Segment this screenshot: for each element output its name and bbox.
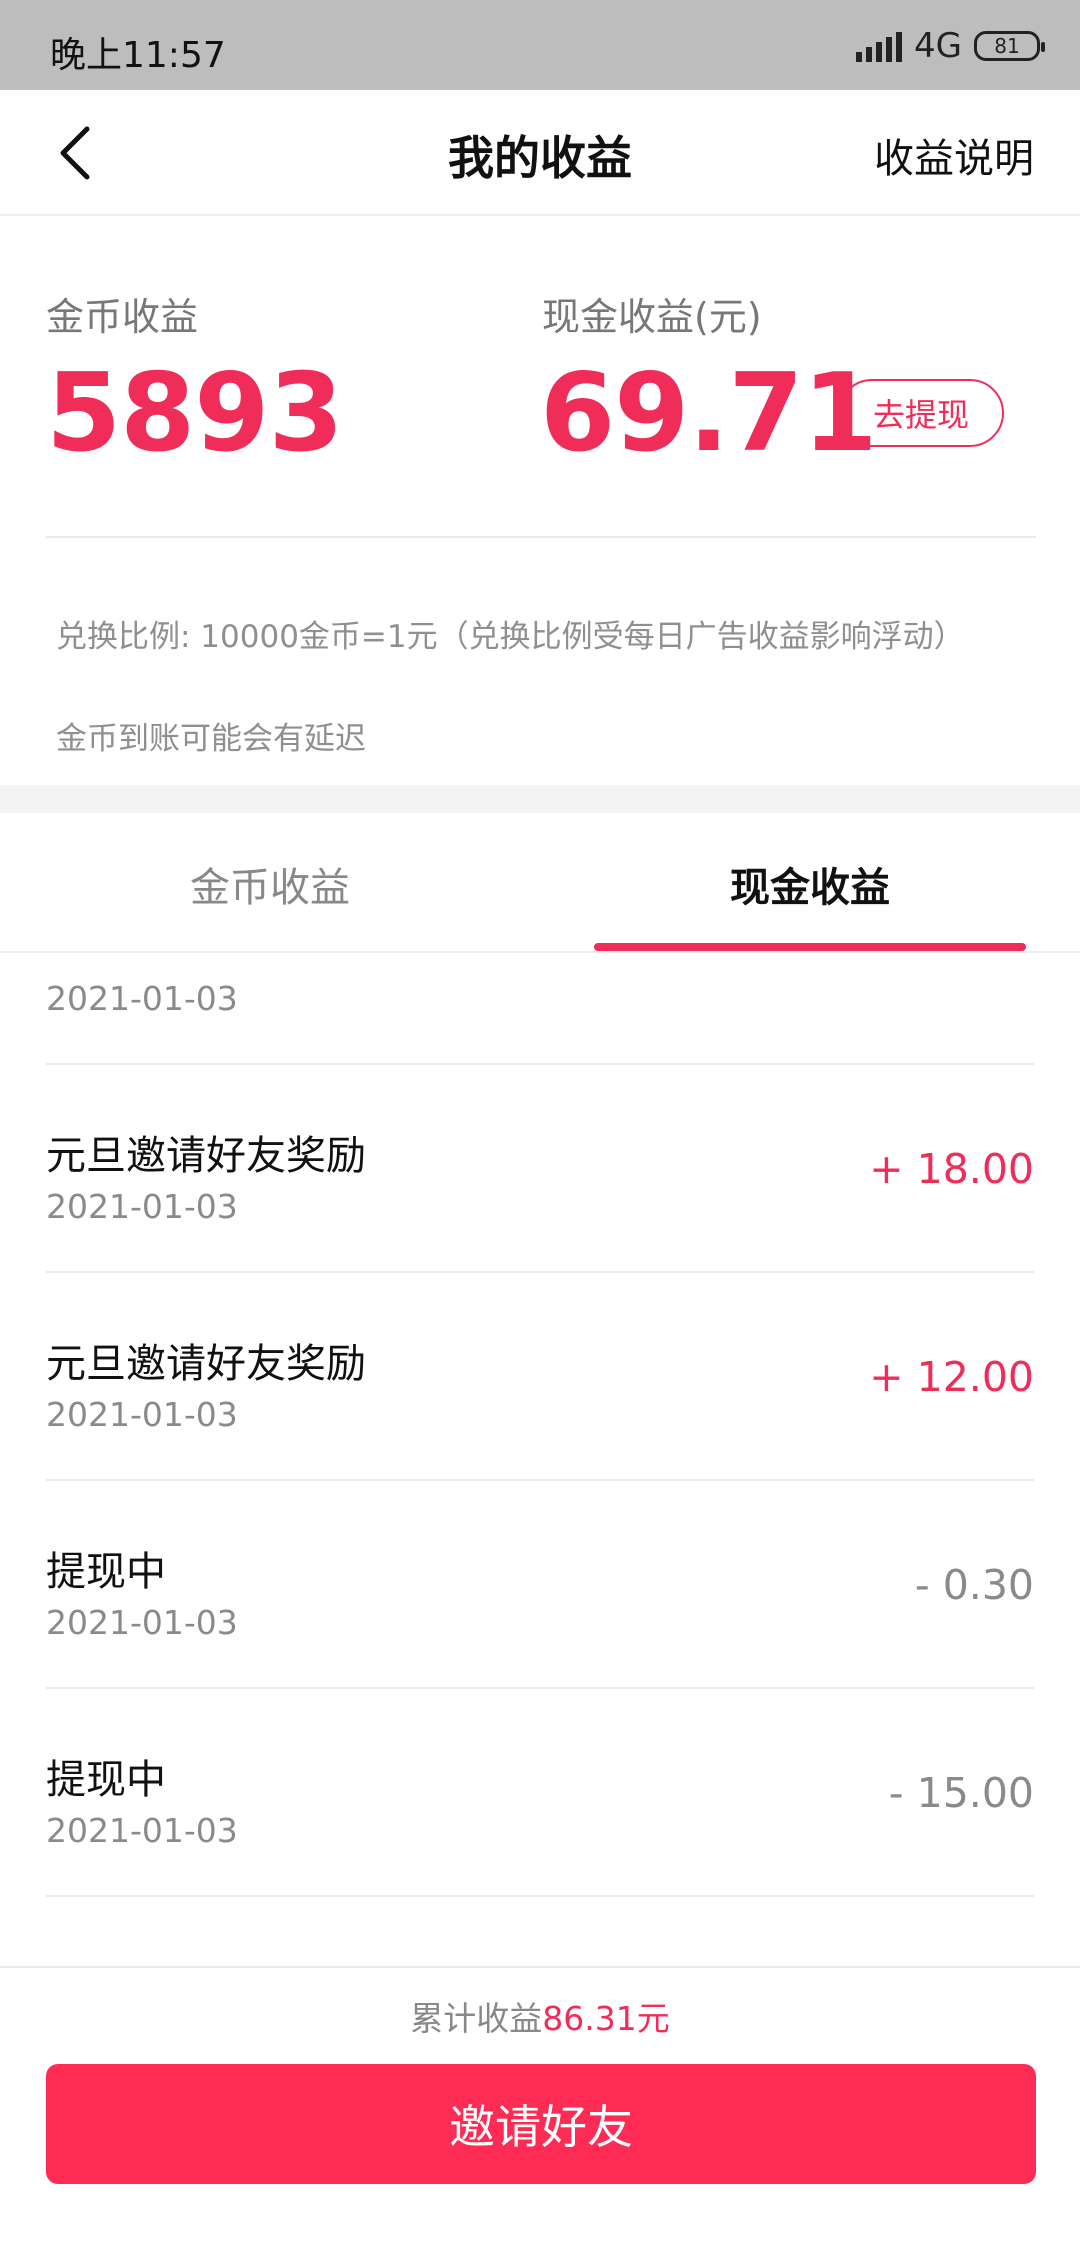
- total-earnings: 累计收益86.31元: [0, 1992, 1080, 2040]
- list-item[interactable]: 2021-01-03: [46, 953, 1034, 1065]
- status-time: 晚上11:57: [50, 35, 226, 76]
- record-date: 2021-01-03: [46, 1395, 238, 1434]
- active-tab-indicator: [594, 943, 1026, 951]
- list-item[interactable]: 提现中 2021-01-03 - 15.00: [46, 1689, 1034, 1897]
- cash-earnings-label: 现金收益(元): [542, 295, 762, 339]
- list-item[interactable]: 元旦邀请好友奖励 2021-01-03 + 12.00: [46, 1273, 1034, 1481]
- record-title: 元旦邀请好友奖励: [46, 1955, 366, 1966]
- record-title: 元旦邀请好友奖励: [46, 1341, 366, 1387]
- record-amount: - 0.30: [914, 1561, 1034, 1609]
- nav-header: 我的收益 收益说明: [0, 90, 1080, 216]
- records-list[interactable]: 2021-01-03 元旦邀请好友奖励 2021-01-03 + 18.00 元…: [0, 953, 1080, 1966]
- total-earnings-value: 86.31元: [542, 1999, 670, 2038]
- network-type: 4G: [914, 26, 962, 66]
- record-amount: + 18.00: [869, 1145, 1034, 1193]
- battery-icon: 81: [974, 31, 1045, 61]
- record-date: 2021-01-03: [46, 1811, 238, 1850]
- record-title: 提现中: [46, 1549, 166, 1595]
- delay-note: 金币到账可能会有延迟: [56, 721, 366, 757]
- record-date: 2021-01-03: [46, 979, 238, 1018]
- record-title: 元旦邀请好友奖励: [46, 1133, 366, 1179]
- earnings-info-link[interactable]: 收益说明: [874, 126, 1034, 184]
- coin-earnings-label: 金币收益: [46, 295, 199, 339]
- section-gap: [0, 785, 1080, 813]
- earnings-tabs: 金币收益 现金收益: [0, 813, 1080, 953]
- record-amount: - 15.00: [888, 1769, 1034, 1817]
- coin-earnings-value: 5893: [46, 351, 344, 476]
- signal-icon: [856, 30, 903, 62]
- divider: [46, 536, 1036, 538]
- record-date: 2021-01-03: [46, 1187, 238, 1226]
- records-list-content: 2021-01-03 元旦邀请好友奖励 2021-01-03 + 18.00 元…: [0, 953, 1080, 1966]
- list-item[interactable]: 提现中 2021-01-03 - 0.30: [46, 1481, 1034, 1689]
- battery-level: 81: [994, 34, 1020, 58]
- tab-cash-earnings[interactable]: 现金收益: [540, 855, 1080, 913]
- list-item[interactable]: 元旦邀请好友奖励: [46, 1897, 1034, 1966]
- record-date: 2021-01-03: [46, 1603, 238, 1642]
- earnings-summary: 金币收益 5893 现金收益(元) 69.71 去提现 兑换比例: 10000金…: [0, 216, 1080, 786]
- list-item[interactable]: 元旦邀请好友奖励 2021-01-03 + 18.00: [46, 1065, 1034, 1273]
- record-amount: + 12.00: [869, 1353, 1034, 1401]
- status-bar: 晚上11:57 4G 81: [0, 0, 1080, 90]
- record-title: 提现中: [46, 1757, 166, 1803]
- tab-coin-earnings[interactable]: 金币收益: [0, 855, 540, 913]
- invite-friends-button[interactable]: 邀请好友: [46, 2064, 1036, 2184]
- total-earnings-label: 累计收益: [410, 1999, 543, 2038]
- footer-bar: 累计收益86.31元 邀请好友: [0, 1966, 1080, 2248]
- exchange-rate-note: 兑换比例: 10000金币=1元（兑换比例受每日广告收益影响浮动）: [56, 619, 965, 655]
- cash-earnings-value: 69.71: [540, 351, 878, 476]
- withdraw-button[interactable]: 去提现: [838, 379, 1004, 447]
- status-indicators: 4G 81: [856, 26, 1045, 66]
